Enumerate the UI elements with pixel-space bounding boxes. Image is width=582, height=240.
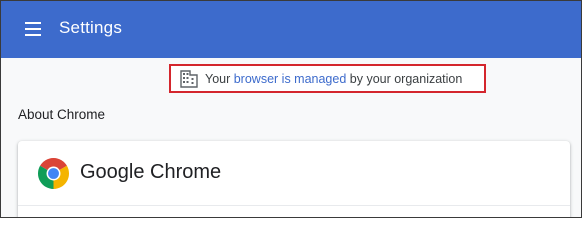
settings-toolbar: Settings [1,1,581,58]
building-icon [180,70,198,88]
hamburger-menu-icon[interactable] [23,19,45,39]
about-card: Google Chrome [18,141,570,217]
managed-notice-text: Your browser is managed by your organiza… [205,72,462,86]
chrome-logo-icon [37,157,70,189]
browser-managed-link[interactable]: browser is managed [234,72,347,86]
managed-prefix: Your [205,72,234,86]
card-divider [18,205,570,206]
product-name: Google Chrome [80,161,222,183]
about-section-title: About Chrome [18,107,106,122]
managed-notice: Your browser is managed by your organiza… [169,64,486,93]
page-title: Settings [59,18,123,37]
managed-suffix: by your organization [346,72,463,86]
settings-window: Settings Your browser is managed by your… [0,0,582,218]
